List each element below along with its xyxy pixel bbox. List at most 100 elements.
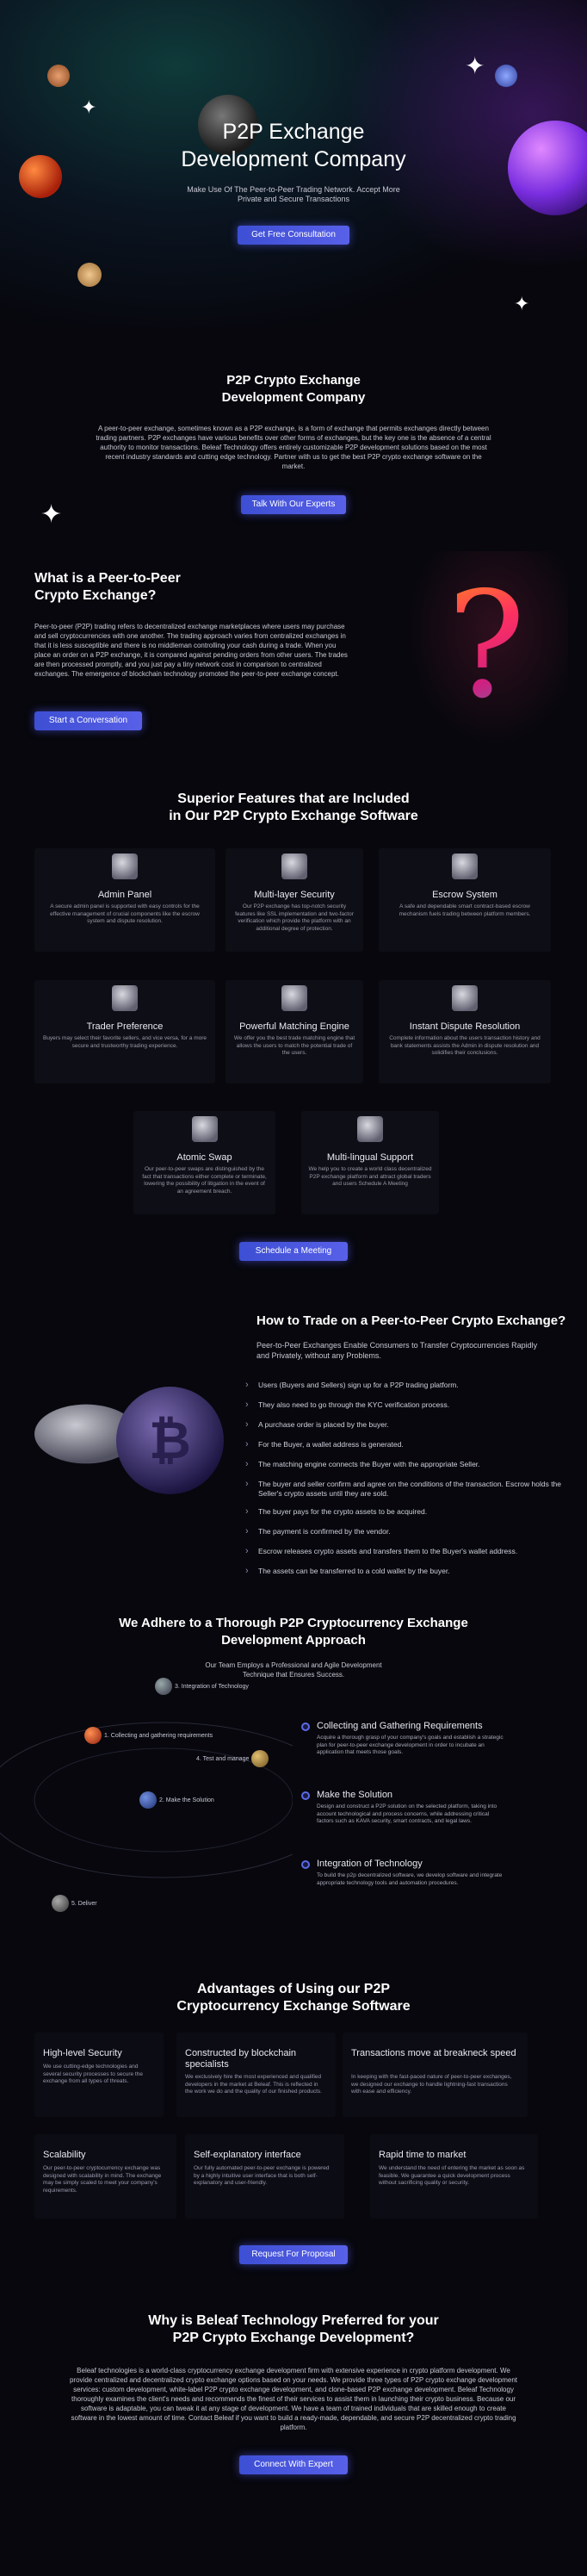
- advantage-desc: Our fully automated peer-to-peer exchang…: [194, 2165, 330, 2186]
- page: ✦ ✦ ✦ P2P Exchange Development Company M…: [0, 0, 587, 2576]
- feature-title: Admin Panel: [97, 890, 152, 900]
- bitcoin-coin-icon: [44, 61, 73, 90]
- intro-title-line1: P2P Crypto Exchange: [226, 373, 361, 388]
- question-mark-glyph: ?: [422, 551, 551, 741]
- approach-step: Make the Solution Design and construct a …: [301, 1790, 568, 1850]
- sparkle-icon: ✦: [465, 53, 485, 79]
- approach-step-desc: To build the p2p decentralized software,…: [317, 1872, 503, 1886]
- advantage-card: Scalability Our peer-to-peer cryptocurren…: [34, 2134, 176, 2219]
- node-orb-icon: [52, 1895, 69, 1912]
- step-dot-icon: [301, 1723, 310, 1731]
- node-orb-icon: [139, 1791, 157, 1809]
- escrow-icon: [452, 853, 478, 879]
- sparkle-icon: ✦: [514, 293, 530, 314]
- howto-step: The buyer and seller confirm and agree o…: [245, 1480, 577, 1499]
- approach-step: Integration of Technology To build the p2…: [301, 1859, 568, 1919]
- what-title: What is a Peer-to-Peer Crypto Exchange?: [34, 570, 181, 605]
- schedule-meeting-button[interactable]: Schedule a Meeting: [239, 1242, 348, 1261]
- features-title: Superior Features that are Included in O…: [0, 791, 587, 825]
- step-dot-icon: [301, 1860, 310, 1869]
- node-label: 5. Deliver: [71, 1900, 97, 1907]
- why-title-line2: P2P Crypto Exchange Development?: [172, 2331, 415, 2345]
- sparkle-icon: ✦: [40, 500, 63, 529]
- atomic-icon: [191, 1116, 218, 1142]
- start-conversation-button[interactable]: Start a Conversation: [34, 711, 142, 730]
- howto-step: The assets can be transferred to a cold …: [245, 1567, 577, 1576]
- hero-subtitle: Make Use Of The Peer-to-Peer Trading Net…: [187, 185, 400, 203]
- advantage-desc: We use cutting-edge technologies and sev…: [43, 2064, 143, 2084]
- howto-step: Users (Buyers and Sellers) sign up for a…: [245, 1381, 577, 1390]
- feature-title: Multi-layer Security: [254, 890, 335, 900]
- approach-step-title: Make the Solution: [317, 1790, 393, 1800]
- howto-step: The matching engine connects the Buyer w…: [245, 1460, 577, 1469]
- question-mark-illustration: ?: [405, 551, 568, 749]
- advantage-desc: In keeping with the fast-paced nature of…: [351, 2074, 512, 2095]
- feature-title: Escrow System: [432, 890, 497, 900]
- approach-title: We Adhere to a Thorough P2P Cryptocurren…: [0, 1615, 587, 1649]
- approach-step: Collecting and Gathering Requirements Acq…: [301, 1721, 568, 1781]
- node-orb-icon: [155, 1678, 172, 1695]
- howto-step: The buyer pays for the crypto assets to …: [245, 1507, 577, 1517]
- feature-title: Multi-lingual Support: [326, 1152, 414, 1163]
- gear-icon: [281, 985, 307, 1011]
- get-consultation-button[interactable]: Get Free Consultation: [238, 226, 349, 245]
- feature-desc: Our peer-to-peer swaps are distinguished…: [142, 1166, 267, 1195]
- feature-card: Powerful Matching Engine We offer you the…: [226, 980, 363, 1083]
- advantage-title: Scalability: [43, 2150, 86, 2160]
- orbit-node: 5. Deliver: [52, 1895, 97, 1912]
- feature-card: Escrow System A safe and dependable smart…: [379, 848, 551, 952]
- trader-icon: [112, 985, 138, 1011]
- admin-panel-icon: [112, 853, 138, 879]
- node-label: 4. Test and manage: [196, 1755, 250, 1762]
- orbit-node: 1. Collecting and gathering requirements: [84, 1727, 213, 1744]
- feature-card: Trader Preference Buyers may select their…: [34, 980, 215, 1083]
- what-body: Peer-to-peer (P2P) trading refers to dec…: [34, 623, 348, 678]
- howto-step: A purchase order is placed by the buyer.: [245, 1420, 577, 1430]
- feature-title: Instant Dispute Resolution: [409, 1021, 521, 1032]
- advantage-card: Constructed by blockchain specialists We …: [176, 2033, 336, 2117]
- talk-with-experts-button[interactable]: Talk With Our Experts: [241, 495, 346, 514]
- language-icon: [357, 1116, 383, 1142]
- howto-step: The payment is confirmed by the vendor.: [245, 1527, 577, 1536]
- connect-expert-button[interactable]: Connect With Expert: [239, 2455, 348, 2474]
- approach-step-title: Collecting and Gathering Requirements: [317, 1721, 483, 1731]
- approach-step-title: Integration of Technology: [317, 1859, 423, 1869]
- feature-card: Multi-layer Security Our P2P exchange has…: [226, 848, 363, 952]
- advantage-desc: We understand the need of entering the m…: [379, 2165, 525, 2186]
- feature-desc: Complete information about the users tra…: [389, 1035, 541, 1056]
- what-title-line1: What is a Peer-to-Peer: [34, 571, 181, 586]
- security-icon: [281, 853, 307, 879]
- advantages-title-line2: Cryptocurrency Exchange Software: [176, 1999, 411, 2014]
- dispute-icon: [452, 985, 478, 1011]
- advantage-desc: Our peer-to-peer cryptocurrency exchange…: [43, 2165, 162, 2194]
- request-proposal-button[interactable]: Request For Proposal: [239, 2245, 348, 2264]
- bitcoin-purple-icon: ₿: [116, 1387, 224, 1494]
- node-label: 1. Collecting and gathering requirements: [104, 1732, 213, 1739]
- orbit-node: 4. Test and manage: [196, 1750, 271, 1767]
- feature-title: Trader Preference: [86, 1021, 164, 1032]
- node-label: 3. Integration of Technology: [175, 1683, 249, 1690]
- feature-card: Instant Dispute Resolution Complete infor…: [379, 980, 551, 1083]
- orbit-node: 3. Integration of Technology: [155, 1678, 249, 1695]
- advantage-title: Self-explanatory interface: [194, 2150, 301, 2160]
- advantage-card: Rapid time to market We understand the ne…: [370, 2134, 538, 2219]
- features-title-line2: in Our P2P Crypto Exchange Software: [169, 809, 418, 823]
- feature-card: Multi-lingual Support We help you to crea…: [301, 1111, 439, 1214]
- howto-step: For the Buyer, a wallet address is gener…: [245, 1440, 577, 1449]
- feature-desc: We offer you the best trade matching eng…: [233, 1035, 355, 1056]
- advantages-title-line1: Advantages of Using our P2P: [196, 1982, 391, 1996]
- hero-title: P2P Exchange Development Company: [0, 118, 587, 173]
- coins-illustration: ₿: [34, 1361, 241, 1507]
- features-title-line1: Superior Features that are Included: [177, 791, 410, 806]
- feature-desc: Our P2P exchange has top-notch security …: [235, 903, 354, 932]
- approach-step-desc: Design and construct a P2P solution on t…: [317, 1803, 497, 1824]
- howto-title: How to Trade on a Peer-to-Peer Crypto Ex…: [256, 1313, 566, 1328]
- approach-title-line2: Development Approach: [221, 1633, 366, 1648]
- intro-title-line2: Development Company: [221, 390, 366, 405]
- hero-section: ✦ ✦ ✦ P2P Exchange Development Company M…: [0, 0, 587, 327]
- sparkle-icon: ✦: [81, 96, 97, 118]
- advantage-title: Rapid time to market: [379, 2150, 467, 2160]
- advantage-title: Transactions move at breakneck speed: [351, 2048, 516, 2058]
- advantage-card: Transactions move at breakneck speed In k…: [343, 2033, 528, 2117]
- intro-title: P2P Crypto Exchange Development Company: [0, 372, 587, 407]
